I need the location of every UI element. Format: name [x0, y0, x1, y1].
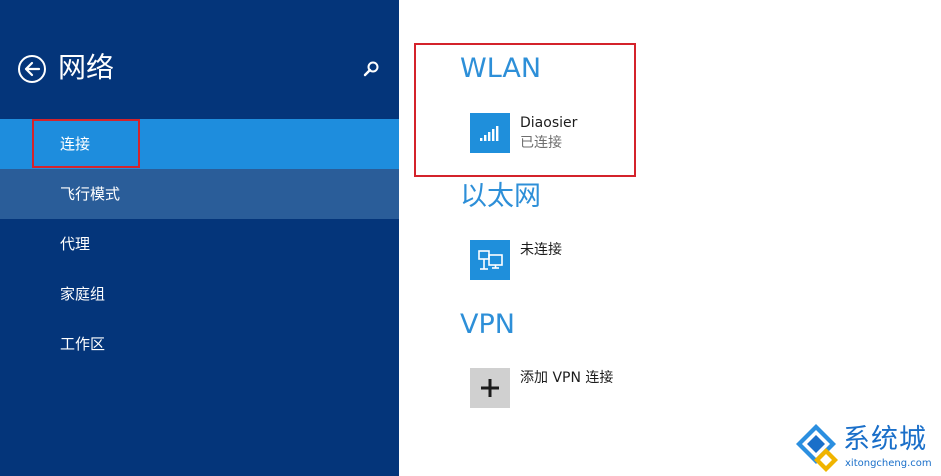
- section-title-vpn: VPN: [460, 309, 515, 340]
- watermark-brand: 系统城: [843, 424, 927, 455]
- wlan-network-name[interactable]: Diaosier: [520, 113, 577, 133]
- back-button[interactable]: [18, 55, 46, 83]
- sidebar-item-label: 连接: [60, 135, 91, 153]
- sidebar-item-workplace[interactable]: 工作区: [0, 319, 399, 369]
- sidebar-item-airplane-mode[interactable]: 飞行模式: [0, 169, 399, 219]
- sidebar-item-label: 家庭组: [60, 285, 106, 303]
- add-vpn-tile[interactable]: [470, 368, 510, 408]
- watermark-url: xitongcheng.com: [845, 458, 932, 469]
- plus-icon: [481, 379, 499, 397]
- network-settings-window: 网络 连接 飞行模式 代理 家庭组 工作区 WLAN Diaosier 已连接 …: [0, 0, 941, 476]
- sidebar-nav: 连接 飞行模式 代理 家庭组 工作区: [0, 119, 399, 369]
- wlan-network-status: 已连接: [520, 135, 562, 151]
- ethernet-icon: [478, 250, 503, 270]
- watermark-logo-icon: [796, 424, 838, 472]
- sidebar: 网络 连接 飞行模式 代理 家庭组 工作区: [0, 0, 399, 476]
- search-button[interactable]: [360, 58, 382, 80]
- section-title-wlan: WLAN: [460, 53, 542, 84]
- sidebar-item-label: 工作区: [60, 335, 106, 353]
- search-icon: [363, 61, 379, 77]
- sidebar-item-proxy[interactable]: 代理: [0, 219, 399, 269]
- ethernet-status[interactable]: 未连接: [520, 240, 562, 260]
- sidebar-item-homegroup[interactable]: 家庭组: [0, 269, 399, 319]
- sidebar-item-label: 代理: [60, 235, 91, 253]
- ethernet-tile[interactable]: [470, 240, 510, 280]
- sidebar-item-connections[interactable]: 连接: [0, 119, 399, 169]
- section-title-ethernet: 以太网: [460, 181, 541, 212]
- page-title: 网络: [58, 51, 115, 84]
- sidebar-item-label: 飞行模式: [60, 185, 121, 203]
- wlan-network-tile[interactable]: [470, 113, 510, 153]
- back-arrow-icon: [24, 61, 41, 77]
- add-vpn-connection-link[interactable]: 添加 VPN 连接: [520, 368, 613, 388]
- wifi-signal-icon: [480, 126, 499, 141]
